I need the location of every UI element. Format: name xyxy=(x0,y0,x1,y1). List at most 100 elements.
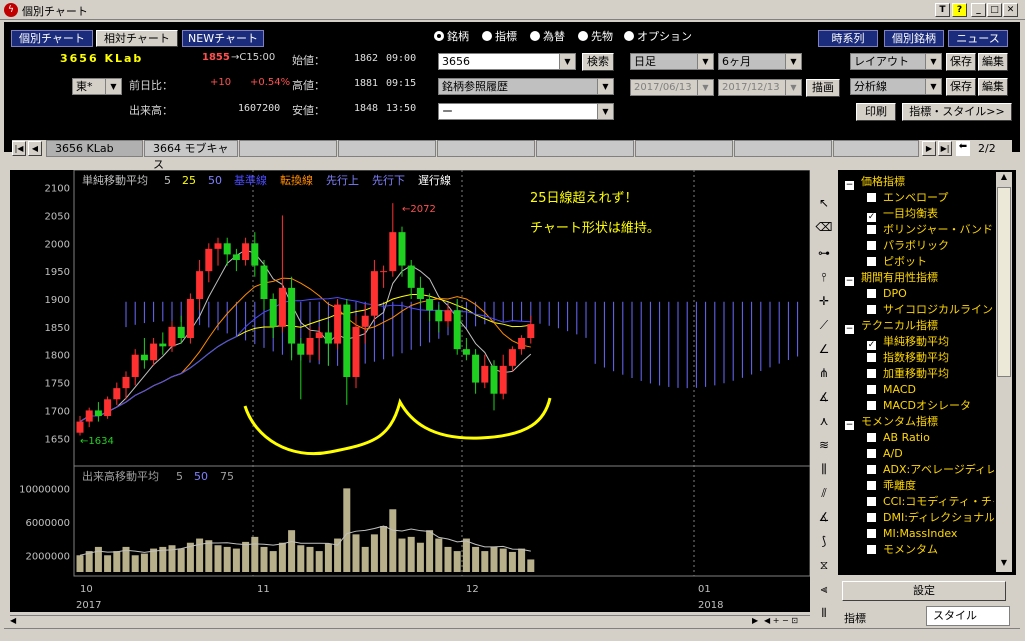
checkbox[interactable] xyxy=(866,304,877,315)
fan-icon[interactable]: ⋔ xyxy=(815,364,833,382)
tab-empty[interactable] xyxy=(635,140,733,157)
checkbox[interactable] xyxy=(866,224,877,235)
vertical-line-icon[interactable]: ⫯ xyxy=(815,268,833,286)
tab-empty[interactable] xyxy=(437,140,535,157)
new-chart-button[interactable]: NEWチャート xyxy=(182,30,264,47)
tree-item[interactable]: ADX:アベレージディレ xyxy=(866,462,994,478)
collapse-icon[interactable]: − xyxy=(844,420,855,431)
draw-button[interactable]: 描画 xyxy=(806,79,840,97)
gann-icon[interactable]: ∡ xyxy=(815,508,833,526)
checkbox[interactable] xyxy=(866,240,877,251)
tab-style[interactable]: スタイル xyxy=(926,606,1010,626)
blank-select[interactable]: ー ▼ xyxy=(438,103,614,120)
checkbox[interactable] xyxy=(866,400,877,411)
radio-option[interactable]: オプション xyxy=(624,28,692,44)
maximize-button[interactable]: □ xyxy=(987,3,1002,17)
next-tab-button[interactable]: ▶ xyxy=(922,141,936,156)
first-tab-button[interactable]: |◀ xyxy=(12,141,26,156)
cross-line-icon[interactable]: ✛ xyxy=(815,292,833,310)
tree-item[interactable]: パラボリック xyxy=(866,238,949,254)
range-select[interactable]: 6ヶ月 ▼ xyxy=(718,53,802,70)
edit-analysis-button[interactable]: 編集 xyxy=(978,78,1008,96)
checkbox[interactable] xyxy=(866,480,877,491)
help-button[interactable]: ? xyxy=(952,3,967,17)
tree-item[interactable]: ピボット xyxy=(866,254,927,270)
tab-empty[interactable] xyxy=(338,140,436,157)
checkbox[interactable] xyxy=(866,432,877,443)
print-button[interactable]: 印刷 xyxy=(856,103,896,121)
individual-stock-button[interactable]: 個別銘柄 xyxy=(884,30,944,47)
regression-icon[interactable]: ⟆ xyxy=(815,532,833,550)
radio-fx[interactable]: 為替 xyxy=(530,28,565,44)
scroll-left-icon[interactable]: ◀ xyxy=(10,616,16,625)
tree-item[interactable]: A/D xyxy=(866,446,903,462)
tree-item[interactable]: MI:MassIndex xyxy=(866,526,957,542)
tree-item[interactable]: DMI:ディレクショナル xyxy=(866,510,994,526)
save-layout-button[interactable]: 保存 xyxy=(946,53,976,71)
tree-scrollbar[interactable]: ▲ ▼ xyxy=(996,172,1012,572)
tree-item[interactable]: ボリンジャー・バンド xyxy=(866,222,993,238)
radio-stock[interactable]: 銘柄 xyxy=(434,28,469,44)
individual-chart-button[interactable]: 個別チャート xyxy=(11,30,93,47)
checkbox[interactable] xyxy=(866,544,877,555)
news-button[interactable]: ニュース xyxy=(948,30,1008,47)
angle-line-icon[interactable]: ∠ xyxy=(815,340,833,358)
tab-mobcast[interactable]: 3664 モブキャス xyxy=(144,140,238,171)
tab-empty[interactable] xyxy=(239,140,337,157)
tab-indicator[interactable]: 指標 xyxy=(844,610,866,626)
checkbox[interactable] xyxy=(866,288,877,299)
checkbox[interactable] xyxy=(866,496,877,507)
tree-group[interactable]: − 期間有用性指標 xyxy=(844,270,938,287)
settings-button[interactable]: 設定 xyxy=(842,581,1006,601)
t-button[interactable]: T xyxy=(935,3,950,17)
to-date[interactable]: 2017/12/13 ▼ xyxy=(718,79,802,96)
fibonacci-icon[interactable]: ∡ xyxy=(815,388,833,406)
parallel-line-icon[interactable]: ⫽ xyxy=(815,484,833,502)
frequency-select[interactable]: 日足 ▼ xyxy=(630,53,714,70)
tree-item[interactable]: MACD xyxy=(866,382,916,398)
eraser-icon[interactable]: ⌫ xyxy=(815,218,833,236)
tab-empty[interactable] xyxy=(833,140,919,157)
fib-time-icon[interactable]: ⫼ xyxy=(815,460,833,478)
tree-item[interactable]: DPO xyxy=(866,286,907,302)
tree-item[interactable]: ✓ 一目均衡表 xyxy=(866,206,938,223)
radio-index[interactable]: 指標 xyxy=(482,28,517,44)
checkbox[interactable] xyxy=(866,256,877,267)
checkbox[interactable] xyxy=(866,448,877,459)
tree-item[interactable]: 指数移動平均 xyxy=(866,350,949,366)
analysis-select[interactable]: 分析線 ▼ xyxy=(850,78,942,95)
edit-layout-button[interactable]: 編集 xyxy=(978,53,1008,71)
trend-line-icon[interactable]: ⟋ xyxy=(815,316,833,334)
channel-icon[interactable]: ≋ xyxy=(815,436,833,454)
layout-select[interactable]: レイアウト ▼ xyxy=(850,53,942,70)
search-button[interactable]: 検索 xyxy=(582,53,614,71)
scroll-down-icon[interactable]: ▼ xyxy=(996,558,1012,572)
timeseries-button[interactable]: 時系列 xyxy=(818,30,878,47)
collapse-icon[interactable]: − xyxy=(844,324,855,335)
checkbox[interactable] xyxy=(866,192,877,203)
checkbox[interactable] xyxy=(866,384,877,395)
checkbox[interactable] xyxy=(866,512,877,523)
checkbox[interactable] xyxy=(866,464,877,475)
time-zone-icon[interactable]: ⦀ xyxy=(815,604,833,622)
tab-empty[interactable] xyxy=(734,140,832,157)
speed-line-icon[interactable]: ⫷ xyxy=(815,580,833,598)
radio-futures[interactable]: 先物 xyxy=(578,28,613,44)
tree-item[interactable]: MACDオシレータ xyxy=(866,398,971,414)
tab-klab[interactable]: 3656 KLab xyxy=(46,140,143,157)
minimize-button[interactable]: _ xyxy=(971,3,986,17)
tab-empty[interactable] xyxy=(536,140,634,157)
price-chart[interactable]: 2100 2050 2000 1950 1900 1850 1800 1750 1700 1650… xyxy=(10,169,811,612)
tree-group[interactable]: − テクニカル指標 xyxy=(844,318,938,335)
back-arrow-icon[interactable]: ⬅ xyxy=(956,141,970,156)
scroll-thumb[interactable] xyxy=(997,187,1011,377)
collapse-icon[interactable]: − xyxy=(844,276,855,287)
tree-item[interactable]: AB Ratio xyxy=(866,430,930,446)
tree-group[interactable]: − モメンタム指標 xyxy=(844,414,938,431)
scroll-right-icon[interactable]: ▶ xyxy=(752,616,758,625)
last-tab-button[interactable]: ▶| xyxy=(938,141,952,156)
zoom-controls[interactable]: ◀ + − ⊡ xyxy=(764,616,798,625)
relative-chart-button[interactable]: 相対チャート xyxy=(96,30,178,47)
collapse-icon[interactable]: − xyxy=(844,180,855,191)
chart-hscroll[interactable]: ◀ ▶ ◀ + − ⊡ xyxy=(10,615,810,627)
